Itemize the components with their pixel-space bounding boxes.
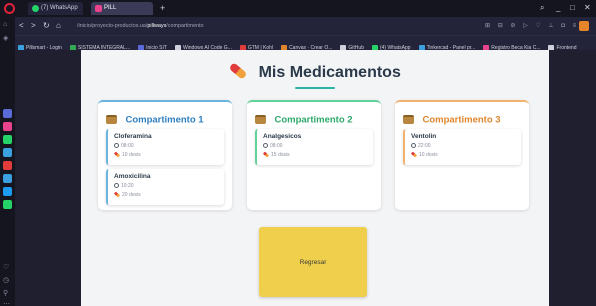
medication-time: 10:20 [121,183,134,189]
medication-time-row: 22:00 [411,143,521,149]
medication-name: Cloferamina [114,133,152,140]
medication-time: 22:00 [418,143,431,149]
box-icon [106,115,117,125]
bookmarks-bar: Pillsmart - Login SISTEMA INTEGRAL... Inic… [15,35,596,50]
pill-icon [113,151,121,158]
history-icon[interactable]: ◷ [3,276,9,284]
reload-icon[interactable]: ↻ [43,20,50,32]
browser-toolbar: < > ↻ ⌂ /inicio/proyecto-productos.ua/pi… [15,17,596,35]
page-viewport: Mis Medicamentos Compartimento 1 Clofera… [15,50,596,306]
medication-doses: 15 dosis [271,152,290,158]
page-title: Mis Medicamentos [258,64,401,81]
maximize-icon[interactable]: □ [570,2,575,14]
box-icon [403,115,414,125]
medication-time: 08:00 [270,143,283,149]
medication-dose-row: 20 dosis [113,191,224,198]
medication-name: Amoxicilina [114,173,151,180]
pill-icon [113,191,121,198]
more-icon[interactable]: ⋯ [3,300,10,306]
url-host: pillways [147,23,167,29]
medication-dose-row: 10 dosis [113,151,224,158]
medication-time-row: 08:00 [114,143,224,149]
clock-icon [411,143,416,149]
medication-card[interactable]: Analgesicos 08:00 15 dosis [255,129,373,165]
pill-icon [410,151,418,158]
medication-card[interactable]: Cloferamina 08:00 10 dosis [106,129,224,165]
tab-whatsapp[interactable]: (7) WhatsApp [28,2,83,15]
compartment-header: Compartimento 3 [403,111,501,129]
medication-doses: 10 dosis [419,152,438,158]
compartment-title: Compartimento 1 [125,114,204,126]
page-header: Mis Medicamentos [81,62,549,82]
compartment-card-2: Compartimento 2 Analgesicos 08:00 15 dos… [247,100,381,210]
compartment-card-3: Compartimento 3 Ventolin 22:00 10 dosis [395,100,529,210]
home-icon[interactable]: ⌂ [56,20,61,32]
medication-time: 08:00 [121,143,134,149]
browser-tab-bar: (7) WhatsApp PILL + ⌕ _ □ ✕ [0,0,596,17]
minimize-icon[interactable]: _ [556,2,560,14]
page-content: Mis Medicamentos Compartimento 1 Clofera… [81,50,549,306]
clock-icon [114,183,119,189]
tab-label: PILL [104,5,117,11]
telegram-icon[interactable] [3,148,12,157]
opera-logo-icon[interactable] [4,3,15,14]
music-icon[interactable] [3,161,12,170]
instagram-icon[interactable] [3,122,12,131]
compartment-header: Compartimento 1 [106,111,204,129]
clock-icon [114,143,119,149]
medication-card[interactable]: Amoxicilina 10:20 20 dosis [106,169,224,205]
tab-label: (7) WhatsApp [41,5,78,11]
medication-name: Ventolin [411,133,437,140]
pill-icon [228,62,248,80]
pin-icon[interactable]: ⚲ [3,289,8,297]
medication-name: Analgesicos [263,133,302,140]
medication-dose-row: 10 dosis [410,151,521,158]
messenger-icon[interactable] [3,109,12,118]
medication-time-row: 08:00 [263,143,373,149]
whatsapp-icon[interactable] [3,135,12,144]
toolbar-extension-icons[interactable]: ⊞ ⊟ ⊘ ▷ ♡ ⊥ ◘ ≡ [485,22,579,29]
pill-favicon-icon [95,5,102,12]
spotify-icon[interactable] [3,200,12,209]
url-path-prefix: /inicio/proyecto-productos.ua/ [77,23,148,29]
title-underline [295,87,335,89]
back-button[interactable]: Regresar [259,227,367,297]
address-bar[interactable]: /inicio/proyecto-productos.ua/pillways/c… [77,21,482,31]
tab-pill[interactable]: PILL [91,2,153,15]
twitter-icon[interactable] [3,187,12,196]
close-icon[interactable]: ✕ [584,2,591,14]
forward-arrow-icon[interactable]: > [31,20,36,32]
medication-dose-row: 15 dosis [262,151,373,158]
profile-avatar-icon[interactable] [579,21,589,31]
browser-sidebar: ⌂ ◈ ♡ ◷ ⚲ ⋯ [0,17,15,306]
new-tab-button[interactable]: + [160,2,165,14]
vk-icon[interactable] [3,174,12,183]
clock-icon [263,143,268,149]
medication-card[interactable]: Ventolin 22:00 10 dosis [403,129,521,165]
medication-doses: 10 dosis [122,152,141,158]
box-icon [255,115,266,125]
back-arrow-icon[interactable]: < [19,20,24,32]
compartment-header: Compartimento 2 [255,111,353,129]
pill-icon [262,151,270,158]
tab-search-icon[interactable]: ⌕ [540,2,544,14]
medication-time-row: 10:20 [114,183,224,189]
compartment-title: Compartimento 2 [274,114,353,126]
compartment-card-1: Compartimento 1 Cloferamina 08:00 10 dos… [98,100,232,210]
home-sidebar-icon[interactable]: ⌂ [3,21,7,28]
medication-doses: 20 dosis [122,192,141,198]
whatsapp-icon [32,5,39,12]
speed-dial-icon[interactable]: ◈ [3,34,8,42]
heart-icon[interactable]: ♡ [3,263,9,271]
url-path-suffix: /compartimento [166,23,204,29]
compartment-title: Compartimento 3 [422,114,501,126]
